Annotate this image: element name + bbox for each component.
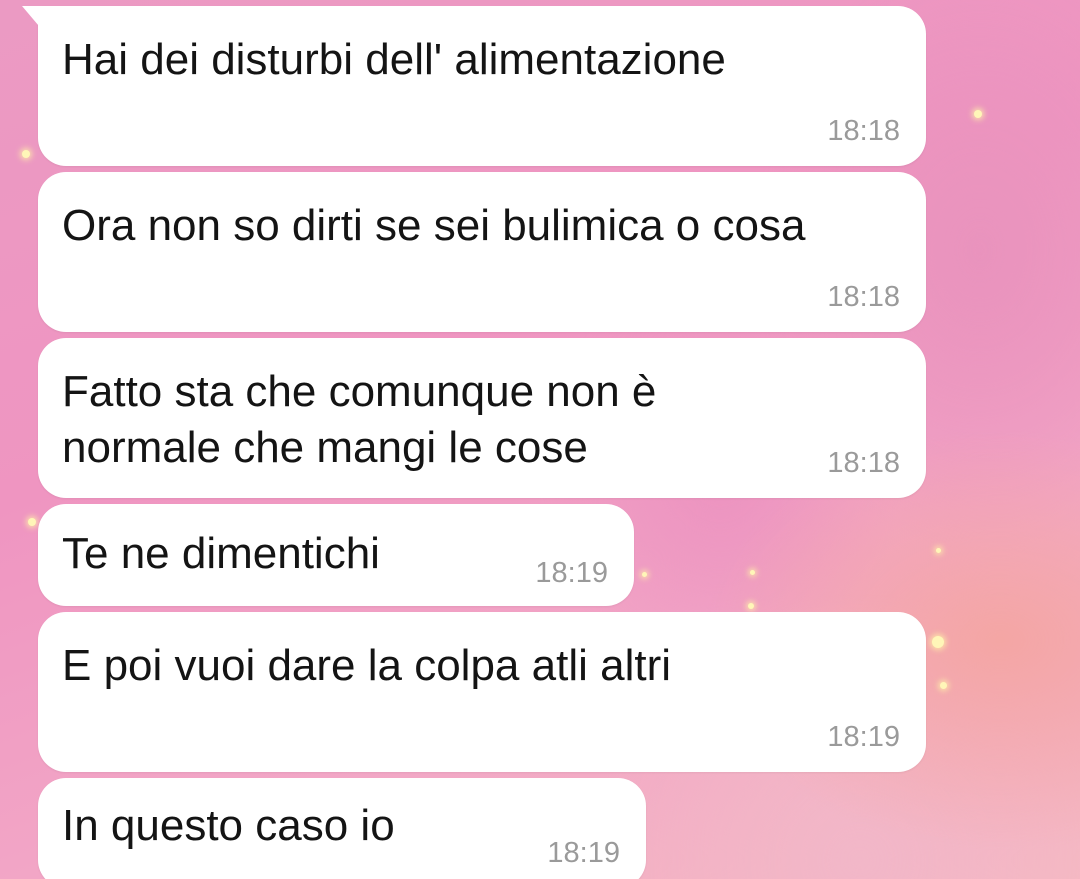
message-bubble[interactable]: Hai dei disturbi dell' alimentazione 18:…: [22, 6, 926, 166]
bubble-tail: [22, 6, 44, 32]
sparkle-decoration: [22, 150, 30, 158]
sparkle-decoration: [940, 682, 947, 689]
message-timestamp: 18:19: [547, 837, 620, 869]
message-bubble[interactable]: Fatto sta che comunque non è normale che…: [38, 338, 926, 498]
sparkle-decoration: [974, 110, 982, 118]
message-text: Fatto sta che comunque non è normale che…: [62, 367, 657, 472]
message-text: Te ne dimentichi: [62, 529, 380, 578]
message-bubble[interactable]: In questo caso io 18:19: [38, 778, 646, 879]
message-timestamp: 18:18: [827, 115, 900, 147]
message-bubble[interactable]: E poi vuoi dare la colpa atli altri 18:1…: [38, 612, 926, 772]
message-text: E poi vuoi dare la colpa atli altri: [62, 641, 671, 690]
sparkle-decoration: [748, 603, 754, 609]
message-text: Hai dei disturbi dell' alimentazione: [62, 35, 726, 84]
sparkle-decoration: [750, 570, 755, 575]
message-text: Ora non so dirti se sei bulimica o cosa: [62, 201, 806, 250]
sparkle-decoration: [932, 636, 944, 648]
message-timestamp: 18:18: [827, 281, 900, 313]
message-text: In questo caso io: [62, 801, 395, 850]
message-bubble[interactable]: Ora non so dirti se sei bulimica o cosa …: [38, 172, 926, 332]
sparkle-decoration: [28, 518, 36, 526]
message-timestamp: 18:19: [827, 721, 900, 753]
message-bubble[interactable]: Te ne dimentichi 18:19: [38, 504, 634, 606]
message-timestamp: 18:19: [535, 557, 608, 589]
chat-background: Hai dei disturbi dell' alimentazione 18:…: [0, 0, 1080, 879]
sparkle-decoration: [936, 548, 941, 553]
message-timestamp: 18:18: [827, 447, 900, 479]
sparkle-decoration: [642, 572, 647, 577]
